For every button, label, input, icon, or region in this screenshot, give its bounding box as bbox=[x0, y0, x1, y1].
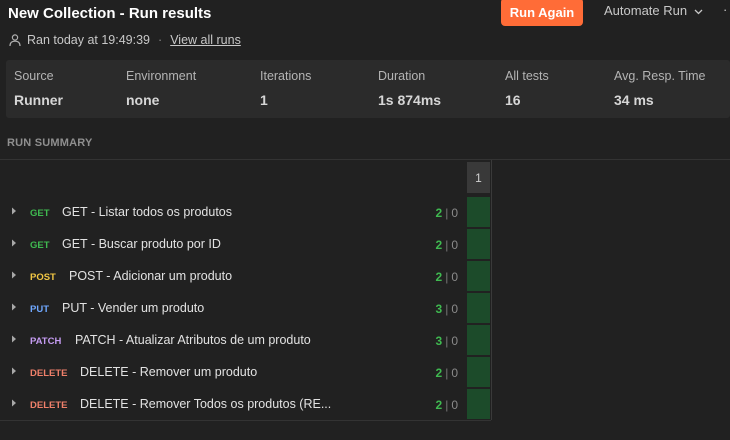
method-badge: GET bbox=[30, 240, 50, 251]
count-separator: | bbox=[445, 366, 449, 380]
test-counts: 2 | 0 bbox=[436, 206, 459, 220]
request-name[interactable]: POST - Adicionar um produto bbox=[69, 269, 232, 283]
failed-count: 0 bbox=[451, 334, 458, 348]
iteration-result-cell[interactable] bbox=[467, 229, 490, 259]
stat-all-tests: All tests 16 bbox=[505, 69, 549, 108]
divider bbox=[0, 420, 491, 421]
stat-value: 16 bbox=[505, 92, 521, 108]
user-icon bbox=[8, 33, 22, 47]
request-name[interactable]: DELETE - Remover Todos os produtos (RE..… bbox=[80, 397, 331, 411]
run-summary-heading: RUN SUMMARY bbox=[7, 137, 93, 149]
count-separator: | bbox=[445, 270, 449, 284]
stat-value: 1s 874ms bbox=[378, 92, 442, 108]
stat-duration: Duration 1s 874ms bbox=[378, 69, 441, 108]
count-separator: | bbox=[445, 398, 449, 412]
grid-divider bbox=[491, 160, 492, 420]
automate-run-button[interactable]: Automate Run bbox=[604, 3, 703, 18]
iteration-result-cell[interactable] bbox=[467, 389, 490, 419]
method-badge: PATCH bbox=[30, 336, 62, 347]
stat-avg-resp-time: Avg. Resp. Time 34 ms bbox=[614, 69, 705, 108]
ran-time-text: Ran today at 19:49:39 bbox=[27, 33, 151, 47]
stat-label: Environment bbox=[126, 69, 197, 83]
stat-label: Duration bbox=[378, 69, 426, 83]
iteration-result-cell[interactable] bbox=[467, 293, 490, 323]
run-meta: Ran today at 19:49:39 · View all runs bbox=[8, 33, 241, 47]
run-stats-panel: Source Runner Environment none Iteration… bbox=[6, 60, 730, 118]
test-counts: 2 | 0 bbox=[436, 270, 459, 284]
chevron-right-icon[interactable] bbox=[11, 239, 17, 249]
test-counts: 3 | 0 bbox=[436, 302, 459, 316]
passed-count: 2 bbox=[435, 398, 443, 412]
run-again-button[interactable]: Run Again bbox=[501, 0, 583, 26]
passed-count: 2 bbox=[435, 270, 443, 284]
failed-count: 0 bbox=[451, 366, 458, 380]
request-row[interactable]: PUT PUT - Vender um produto 3 | 0 bbox=[0, 292, 491, 324]
method-badge: DELETE bbox=[30, 400, 68, 411]
stat-iterations: Iterations 1 bbox=[260, 69, 311, 108]
passed-count: 2 bbox=[435, 366, 443, 380]
meta-separator: · bbox=[158, 33, 163, 47]
count-separator: | bbox=[445, 238, 449, 252]
method-badge: DELETE bbox=[30, 368, 68, 379]
failed-count: 0 bbox=[451, 206, 458, 220]
failed-count: 0 bbox=[451, 238, 458, 252]
stat-value: 1 bbox=[260, 92, 268, 108]
chevron-right-icon[interactable] bbox=[11, 367, 17, 377]
test-counts: 2 | 0 bbox=[436, 398, 459, 412]
stat-label: Iterations bbox=[260, 69, 312, 83]
stat-value: 34 ms bbox=[614, 92, 654, 108]
stat-environment: Environment none bbox=[126, 69, 196, 108]
method-badge: PUT bbox=[30, 304, 49, 315]
request-name[interactable]: PUT - Vender um produto bbox=[62, 301, 204, 315]
iteration-result-cell[interactable] bbox=[467, 261, 490, 291]
stat-source: Source Runner bbox=[14, 69, 63, 108]
more-options-icon[interactable]: · bbox=[723, 2, 727, 17]
passed-count: 2 bbox=[435, 206, 443, 220]
method-badge: POST bbox=[30, 272, 56, 283]
stat-value: Runner bbox=[14, 92, 63, 108]
failed-count: 0 bbox=[451, 302, 458, 316]
request-row[interactable]: PATCH PATCH - Atualizar Atributos de um p… bbox=[0, 324, 491, 356]
chevron-right-icon[interactable] bbox=[11, 271, 17, 281]
passed-count: 3 bbox=[435, 334, 443, 348]
chevron-down-icon bbox=[694, 3, 703, 18]
chevron-right-icon[interactable] bbox=[11, 303, 17, 313]
request-name[interactable]: GET - Buscar produto por ID bbox=[62, 237, 221, 251]
count-separator: | bbox=[445, 302, 449, 316]
test-counts: 2 | 0 bbox=[436, 366, 459, 380]
stat-label: All tests bbox=[505, 69, 549, 83]
iteration-result-cell[interactable] bbox=[467, 357, 490, 387]
test-counts: 3 | 0 bbox=[436, 334, 459, 348]
iteration-result-cell[interactable] bbox=[467, 197, 490, 227]
request-name[interactable]: GET - Listar todos os produtos bbox=[62, 205, 232, 219]
chevron-right-icon[interactable] bbox=[11, 335, 17, 345]
request-row[interactable]: GET GET - Listar todos os produtos 2 | 0 bbox=[0, 196, 491, 228]
passed-count: 2 bbox=[435, 238, 443, 252]
passed-count: 3 bbox=[435, 302, 443, 316]
count-separator: | bbox=[445, 206, 449, 220]
failed-count: 0 bbox=[451, 270, 458, 284]
iteration-header[interactable]: 1 bbox=[467, 162, 490, 193]
request-name[interactable]: PATCH - Atualizar Atributos de um produt… bbox=[75, 333, 311, 347]
iteration-result-cell[interactable] bbox=[467, 325, 490, 355]
request-row[interactable]: DELETE DELETE - Remover Todos os produtos… bbox=[0, 388, 491, 420]
chevron-right-icon[interactable] bbox=[11, 207, 17, 217]
stat-value: none bbox=[126, 92, 160, 108]
stat-label: Avg. Resp. Time bbox=[614, 69, 706, 83]
request-name[interactable]: DELETE - Remover um produto bbox=[80, 365, 257, 379]
request-row[interactable]: POST POST - Adicionar um produto 2 | 0 bbox=[0, 260, 491, 292]
test-counts: 2 | 0 bbox=[436, 238, 459, 252]
method-badge: GET bbox=[30, 208, 50, 219]
page-title: New Collection - Run results bbox=[8, 5, 212, 22]
request-row[interactable]: DELETE DELETE - Remover um produto 2 | 0 bbox=[0, 356, 491, 388]
chevron-right-icon[interactable] bbox=[11, 399, 17, 409]
failed-count: 0 bbox=[451, 398, 458, 412]
automate-run-label: Automate Run bbox=[604, 3, 688, 18]
view-all-runs-link[interactable]: View all runs bbox=[170, 33, 241, 47]
stat-label: Source bbox=[14, 69, 54, 83]
count-separator: | bbox=[445, 334, 449, 348]
divider bbox=[0, 159, 730, 160]
request-row[interactable]: GET GET - Buscar produto por ID 2 | 0 bbox=[0, 228, 491, 260]
